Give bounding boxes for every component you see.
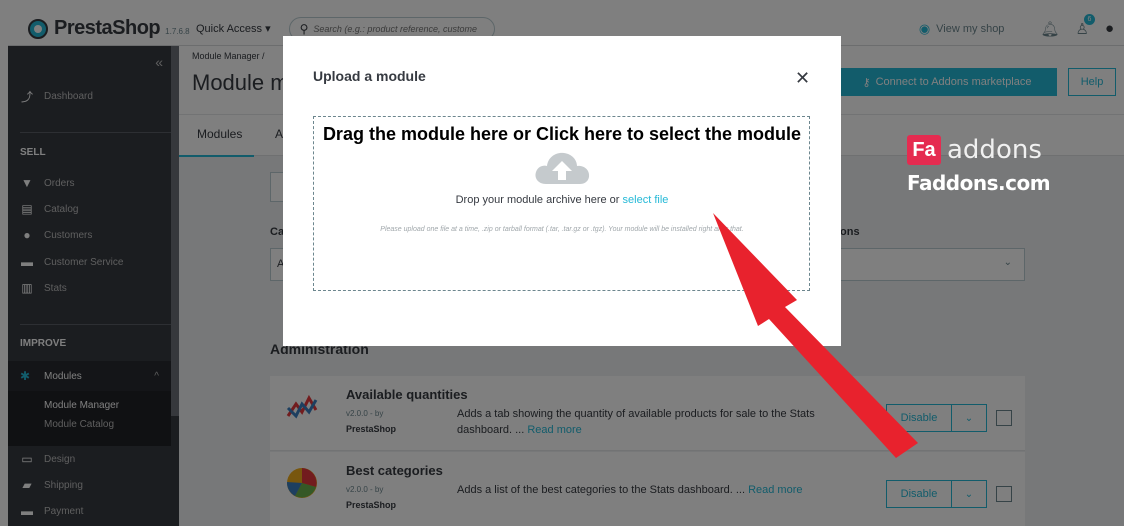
red-arrow-annotation <box>713 213 918 458</box>
